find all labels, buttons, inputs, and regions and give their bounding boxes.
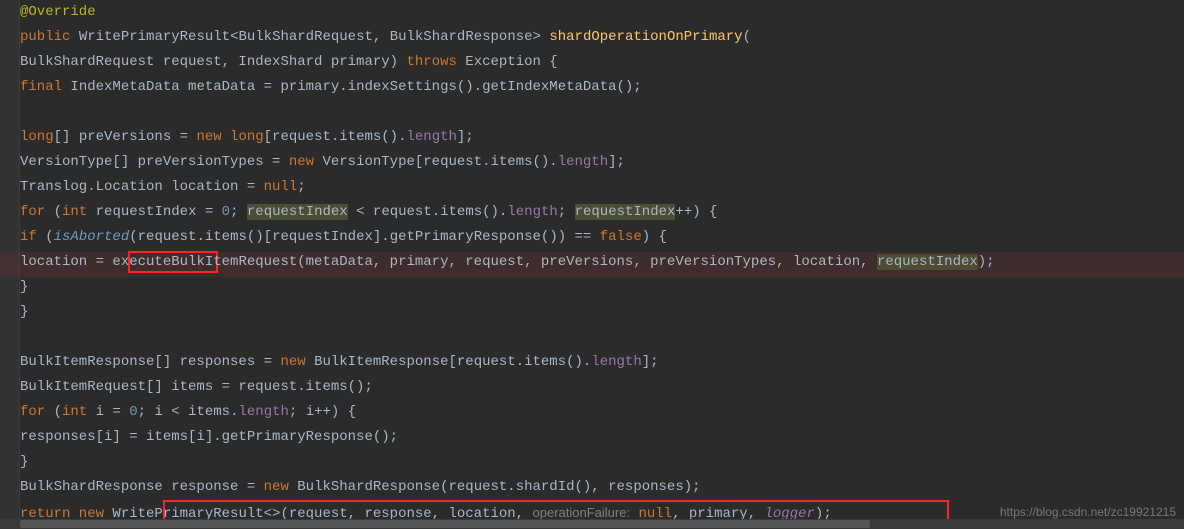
code-editor[interactable]: @Override public WritePrimaryResult<Bulk… — [20, 0, 1184, 525]
code-line: VersionType[] preVersionTypes = new Vers… — [20, 150, 1184, 175]
code-line: BulkShardResponse response = new BulkSha… — [20, 475, 1184, 500]
code-line: BulkItemRequest[] items = request.items(… — [20, 375, 1184, 400]
method-name: shardOperationOnPrimary — [549, 29, 742, 45]
code-line: } — [20, 275, 1184, 300]
code-line: if (isAborted(request.items()[requestInd… — [20, 225, 1184, 250]
code-line: final IndexMetaData metaData = primary.i… — [20, 75, 1184, 100]
annotation-override: @Override — [20, 4, 96, 20]
code-line: } — [20, 300, 1184, 325]
code-line — [20, 100, 1184, 125]
code-line: @Override — [20, 0, 1184, 25]
code-line: for (int i = 0; i < items.length; i++) { — [20, 400, 1184, 425]
code-line: Translog.Location location = null; — [20, 175, 1184, 200]
code-line: BulkShardRequest request, IndexShard pri… — [20, 50, 1184, 75]
code-line: BulkItemResponse[] responses = new BulkI… — [20, 350, 1184, 375]
code-line — [20, 325, 1184, 350]
code-line: public WritePrimaryResult<BulkShardReque… — [20, 25, 1184, 50]
code-line: responses[i] = items[i].getPrimaryRespon… — [20, 425, 1184, 450]
code-line: location = executeBulkItemRequest(metaDa… — [20, 250, 1184, 275]
code-line: } — [20, 450, 1184, 475]
watermark-text: https://blog.csdn.net/zc19921215 — [1000, 500, 1176, 525]
code-line: long[] preVersions = new long[request.it… — [20, 125, 1184, 150]
code-line: for (int requestIndex = 0; requestIndex … — [20, 200, 1184, 225]
scrollbar-thumb[interactable] — [20, 520, 870, 528]
